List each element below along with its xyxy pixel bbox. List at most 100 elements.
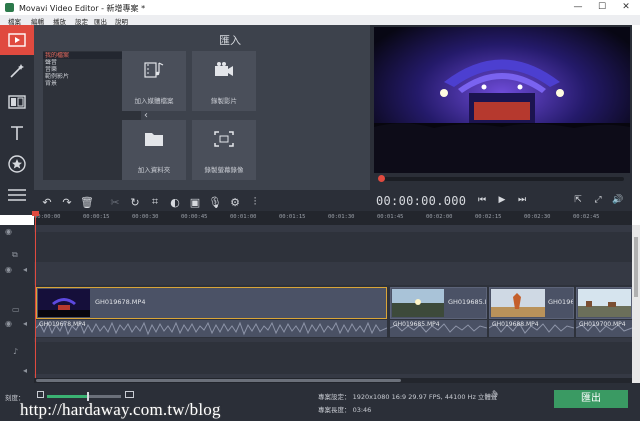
audio-clip[interactable]: GH019688.MP4 xyxy=(489,320,574,337)
video-preview[interactable] xyxy=(374,27,630,173)
cut-icon[interactable]: ✂ xyxy=(108,195,122,209)
ruler-tick: 00:02:45 xyxy=(573,214,600,220)
rail-titles-button[interactable] xyxy=(0,118,34,148)
eye-icon[interactable]: ◉ xyxy=(5,319,12,328)
zoom-in-icon[interactable] xyxy=(125,391,134,398)
delete-icon[interactable]: 🗑 xyxy=(80,195,94,209)
track-headers: ◉ ⧉ ◉ ◂ ▭ ◉ ◂ ♪ ◂ xyxy=(0,225,34,383)
clip-name: GH019685.MP4 xyxy=(448,298,486,306)
folder-icon xyxy=(145,133,163,146)
playhead[interactable] xyxy=(35,211,36,381)
microphone-icon[interactable]: 🎙 xyxy=(208,195,222,209)
eye-icon[interactable]: ◉ xyxy=(5,227,12,236)
color-adjust-icon[interactable]: ◐ xyxy=(168,195,182,209)
zoom-slider-fill xyxy=(47,395,88,398)
music-track[interactable] xyxy=(34,342,632,374)
export-button[interactable]: 匯出 xyxy=(554,390,628,408)
rail-import-button[interactable] xyxy=(0,25,34,55)
menu-lines-icon xyxy=(8,189,26,201)
crop-icon[interactable]: ⌗ xyxy=(148,195,162,209)
import-panel: 匯入 我的檔案 聲音 音樂 範例影片 背景 ‹ 加入媒體檔案 錄製影片 加入資料… xyxy=(34,25,370,190)
undo-icon[interactable]: ↶ xyxy=(40,195,54,209)
rail-transitions-button[interactable] xyxy=(0,87,34,117)
clip-name: GH0196 xyxy=(548,298,574,306)
timeline-clip[interactable]: GH019678.MP4 xyxy=(36,287,387,319)
speaker-icon[interactable]: ◂ xyxy=(23,366,27,375)
screen-capture-tile[interactable]: 錄製螢幕錄像 xyxy=(192,120,256,180)
ruler-tick: 00:02:00 xyxy=(426,214,453,220)
camera-icon xyxy=(215,62,233,76)
ruler-tick: 00:00:30 xyxy=(132,214,159,220)
film-import-icon xyxy=(8,33,26,47)
clip-thumbnail xyxy=(38,289,90,317)
add-folder-tile[interactable]: 加入資料夾 xyxy=(122,120,186,180)
close-button[interactable]: ✕ xyxy=(617,1,635,14)
volume-icon[interactable]: 🔊 xyxy=(611,193,625,207)
speaker-icon[interactable]: ◂ xyxy=(23,319,27,328)
scrollbar-thumb[interactable] xyxy=(36,379,401,382)
project-duration: 專案長度： 03:46 xyxy=(318,406,372,414)
audio-clip[interactable]: GH019685.MP4 xyxy=(390,320,487,337)
zoom-out-icon[interactable] xyxy=(37,391,44,398)
scrollbar-thumb[interactable] xyxy=(634,237,638,297)
audio-clip-name: GH019688.MP4 xyxy=(492,321,539,328)
ruler-tick: 00:01:30 xyxy=(328,214,355,220)
video-track-icon: ▭ xyxy=(12,305,20,314)
audio-clip-name: GH019678.MP4 xyxy=(39,321,86,328)
ruler-tick: 00:01:45 xyxy=(377,214,404,220)
clip-thumbnail xyxy=(491,289,545,317)
redo-icon[interactable]: ↷ xyxy=(60,195,74,209)
ruler-tick: 00:02:30 xyxy=(524,214,551,220)
left-rail xyxy=(0,25,34,215)
ruler-tick: 00:00:15 xyxy=(83,214,110,220)
audio-clip-name: GH019685.MP4 xyxy=(393,321,440,328)
maximize-button[interactable]: ☐ xyxy=(593,1,611,14)
seek-bar[interactable] xyxy=(382,177,624,181)
music-track-icon: ♪ xyxy=(13,347,19,356)
ruler-tick: 00:02:15 xyxy=(475,214,502,220)
minimize-button[interactable]: — xyxy=(569,1,587,14)
timeline-clip[interactable]: GH0196 xyxy=(489,287,574,319)
vertical-scrollbar[interactable] xyxy=(632,225,640,383)
ruler-tick: 00:01:15 xyxy=(279,214,306,220)
audio-clip-name: GH019700.MP4 xyxy=(579,321,626,328)
eye-icon[interactable]: ◉ xyxy=(5,265,12,274)
edit-pencil-icon[interactable]: ✎ xyxy=(492,389,499,398)
previous-frame-icon[interactable]: ⏮ xyxy=(475,193,489,207)
timeline-clip[interactable] xyxy=(576,287,632,319)
concert-scene-image xyxy=(374,27,630,173)
rail-filters-button[interactable] xyxy=(0,56,34,86)
screen-capture-label: 錄製螢幕錄像 xyxy=(204,166,244,174)
gear-icon[interactable]: ⚙ xyxy=(228,195,242,209)
record-video-tile[interactable]: 錄製影片 xyxy=(192,51,256,111)
overlay-track-icon: ⧉ xyxy=(12,250,18,259)
seek-handle[interactable] xyxy=(378,175,385,182)
audio-clip[interactable]: GH019678.MP4 xyxy=(36,320,387,337)
watermark: http://hardaway.com.tw/blog xyxy=(20,400,221,419)
play-icon[interactable]: ▶ xyxy=(495,193,509,207)
ruler-tick: 00:01:00 xyxy=(230,214,257,220)
audio-clip[interactable]: GH019700.MP4 xyxy=(576,320,632,337)
overlay-track[interactable] xyxy=(34,232,632,262)
next-frame-icon[interactable]: ⏭ xyxy=(515,193,529,207)
timeline-clip[interactable]: GH019685.MP4 xyxy=(390,287,487,319)
rail-more-button[interactable] xyxy=(0,180,34,210)
timecode: 00:00:00.000 xyxy=(376,194,467,208)
media-files-icon xyxy=(144,62,164,78)
equalizer-icon[interactable]: ⫶ xyxy=(248,195,262,209)
text-icon xyxy=(11,126,23,140)
detach-preview-icon[interactable]: ⇱ xyxy=(571,193,585,207)
transition-icon xyxy=(8,95,26,109)
image-icon[interactable]: ▣ xyxy=(188,195,202,209)
window-title: Movavi Video Editor - 新增專案 * xyxy=(19,4,146,13)
fullscreen-icon[interactable]: ⤢ xyxy=(591,193,605,207)
magic-wand-icon xyxy=(10,64,24,78)
time-ruler[interactable]: 00:00:00 00:00:15 00:00:30 00:00:45 00:0… xyxy=(34,211,632,225)
rail-stickers-button[interactable] xyxy=(0,149,34,179)
add-folder-label: 加入資料夾 xyxy=(137,166,171,174)
add-media-files-tile[interactable]: 加入媒體檔案 xyxy=(122,51,186,111)
ruler-tick: 00:00:45 xyxy=(181,214,208,220)
rotate-icon[interactable]: ↻ xyxy=(128,195,142,209)
speaker-icon[interactable]: ◂ xyxy=(23,265,27,274)
add-media-files-label: 加入媒體檔案 xyxy=(134,97,174,105)
